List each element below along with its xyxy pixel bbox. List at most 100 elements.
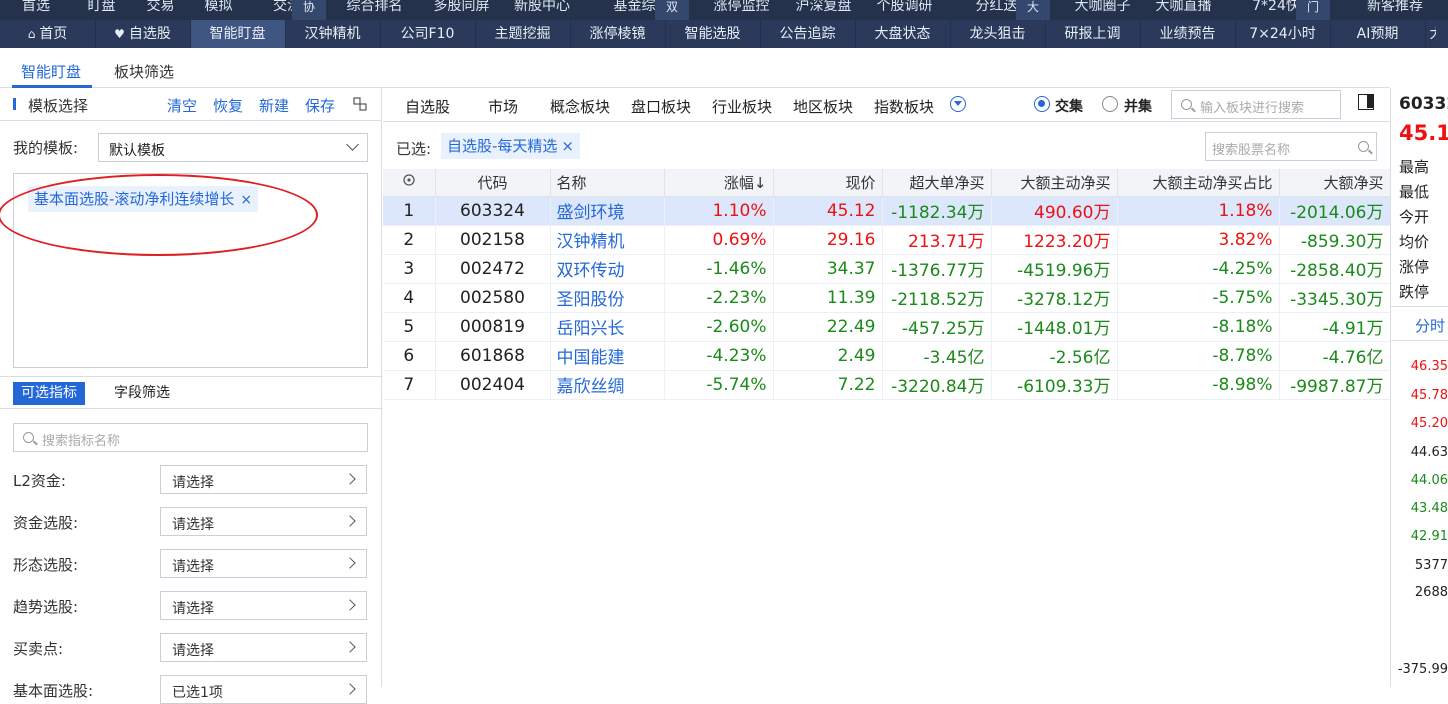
- top-nav-item[interactable]: 新客推荐: [1346, 0, 1444, 20]
- large-net-buy: -2858.40万: [1279, 254, 1391, 284]
- settings-icon[interactable]: [383, 169, 436, 197]
- more-categories-icon[interactable]: [950, 96, 966, 112]
- main-nav-item[interactable]: ⌂ 首页: [0, 20, 95, 48]
- main-nav-item[interactable]: 研报上调: [1045, 20, 1140, 48]
- top-nav-item[interactable]: 交易: [135, 0, 186, 20]
- main-nav-item[interactable]: 智能盯盘: [190, 20, 285, 48]
- category-tab[interactable]: 市场: [488, 96, 518, 117]
- stock-code: 002580: [435, 283, 551, 313]
- table-row[interactable]: 2 002158 汉钟精机 0.69% 29.16 213.71万 1223.20万 3.82…: [383, 225, 1391, 255]
- table-row[interactable]: 4 002580 圣阳股份 -2.23% 11.39 -2118.52万 -3278.12万…: [383, 283, 1391, 313]
- divider: [0, 376, 382, 377]
- top-nav-item[interactable]: 沪深复盘: [787, 0, 860, 20]
- main-nav-item[interactable]: 业绩预告: [1140, 20, 1235, 48]
- main-nav-label: 自选股: [128, 26, 171, 42]
- main-nav-item[interactable]: 公告追踪: [760, 20, 855, 48]
- change-pct: 1.10%: [664, 196, 774, 226]
- top-nav-badge[interactable]: 大: [1016, 0, 1050, 20]
- seg-field-filter[interactable]: 字段筛选: [106, 382, 178, 405]
- top-nav-item[interactable]: 盯盘: [76, 0, 127, 20]
- radio-union[interactable]: [1102, 96, 1118, 112]
- top-nav-item[interactable]: 大咖圈子: [1066, 0, 1139, 20]
- change-pct: 0.69%: [664, 225, 774, 255]
- main-nav-item[interactable]: 主题挖掘: [475, 20, 570, 48]
- category-tab[interactable]: 指数板块: [874, 96, 934, 117]
- top-nav-badge[interactable]: 门: [1296, 0, 1330, 20]
- nav-separator: [855, 20, 856, 48]
- column-header[interactable]: 名称: [550, 169, 665, 197]
- category-tab[interactable]: 盘口板块: [631, 96, 691, 117]
- category-tab[interactable]: 概念板块: [550, 96, 610, 117]
- panel-toggle-icon[interactable]: [1358, 94, 1374, 110]
- column-header[interactable]: 涨幅↓: [664, 169, 774, 197]
- filter-select[interactable]: 请选择: [160, 549, 367, 578]
- tab-timeshare[interactable]: 分时: [1415, 315, 1445, 336]
- new-button[interactable]: 新建: [259, 95, 289, 116]
- large-active-net-buy-ratio: -5.75%: [1117, 283, 1280, 313]
- table-row[interactable]: 5 000819 岳阳兴长 -2.60% 22.49 -457.25万 -1448.01万 -…: [383, 312, 1391, 342]
- main-nav-item[interactable]: ♥ 自选股: [95, 20, 190, 48]
- large-net-buy: -4.91万: [1279, 312, 1391, 342]
- large-active-net-buy: -3278.12万: [991, 283, 1118, 313]
- column-header[interactable]: 超大单净买: [882, 169, 992, 197]
- tab-sector-filter[interactable]: 板块筛选: [114, 61, 174, 82]
- column-header[interactable]: 代码: [435, 169, 551, 197]
- close-icon[interactable]: ×: [561, 137, 574, 155]
- filter-select[interactable]: 已选1项: [160, 675, 367, 704]
- main-nav-item[interactable]: 汉钟精机: [285, 20, 380, 48]
- indicator-search-input[interactable]: 搜索指标名称: [13, 423, 368, 452]
- board-search-input[interactable]: 输入板块进行搜索: [1171, 90, 1341, 119]
- clear-button[interactable]: 清空: [167, 95, 197, 116]
- table-row[interactable]: 7 002404 嘉欣丝绸 -5.74% 7.22 -3220.84万 -6109.33万 -…: [383, 370, 1391, 400]
- top-nav-item[interactable]: 个股调研: [868, 0, 941, 20]
- main-nav-item[interactable]: 智能选股: [665, 20, 760, 48]
- top-nav-item[interactable]: 大咖直播: [1147, 0, 1220, 20]
- radio-union-label: 并集: [1124, 99, 1152, 115]
- filter-select[interactable]: 请选择: [160, 465, 367, 494]
- main-nav-item[interactable]: 公司F10: [380, 20, 475, 48]
- column-header[interactable]: 现价: [773, 169, 883, 197]
- large-active-net-buy: -2.56亿: [991, 341, 1118, 371]
- filter-select[interactable]: 请选择: [160, 633, 367, 662]
- nav-scroll[interactable]: [1436, 20, 1448, 48]
- main-nav-item[interactable]: 涨停棱镜: [570, 20, 665, 48]
- main-nav-item[interactable]: 龙头狙击: [950, 20, 1045, 48]
- top-nav-item[interactable]: 涨停监控: [704, 0, 779, 20]
- column-header[interactable]: 大额净买: [1279, 169, 1391, 197]
- top-nav-item[interactable]: 新股中心: [505, 0, 579, 20]
- column-header[interactable]: 大额主动净买占比: [1117, 169, 1280, 197]
- main-nav-item[interactable]: AI预期: [1330, 20, 1425, 48]
- filter-select[interactable]: 请选择: [160, 591, 367, 620]
- red-ellipse-annotation: [0, 174, 318, 256]
- category-tab[interactable]: 自选股: [405, 96, 450, 117]
- table-row[interactable]: 1 603324 盛剑环境 1.10% 45.12 -1182.34万 490.60万 1.1…: [383, 196, 1391, 226]
- top-nav-item[interactable]: 模拟: [194, 0, 243, 20]
- main-nav-item[interactable]: 7×24小时: [1235, 20, 1330, 48]
- large-active-net-buy: -4519.96万: [991, 254, 1118, 284]
- stock-panel: 自选股 市场 概念板块 盘口板块 行业板块 地区板块 指数板块 交集 并集 输入板块进行搜索…: [383, 88, 1391, 687]
- category-tab[interactable]: 行业板块: [712, 96, 772, 117]
- selected-pool-tag[interactable]: 自选股-每天精选 ×: [441, 133, 580, 159]
- top-nav-badge[interactable]: 协: [292, 0, 326, 20]
- top-nav-item[interactable]: 首选: [4, 0, 68, 20]
- table-row[interactable]: 6 601868 中国能建 -4.23% 2.49 -3.45亿 -2.56亿 -8.78% -…: [383, 341, 1391, 371]
- column-header[interactable]: 大额主动净买: [991, 169, 1118, 197]
- restore-button[interactable]: 恢复: [213, 95, 243, 116]
- filter-name: L2资金:: [13, 472, 66, 490]
- main-nav-item[interactable]: 大盘状态: [855, 20, 950, 48]
- price-level: 44.06: [1410, 473, 1448, 488]
- stock-search-input[interactable]: 搜索股票名称: [1205, 132, 1377, 161]
- template-manage-icon[interactable]: [353, 97, 367, 111]
- filter-select[interactable]: 请选择: [160, 507, 367, 536]
- top-nav-badge[interactable]: 双: [655, 0, 689, 20]
- top-nav-item[interactable]: 多股同屏: [426, 0, 497, 20]
- my-template-select[interactable]: 默认模板: [98, 133, 368, 162]
- seg-available-indicators[interactable]: 可选指标: [13, 382, 85, 405]
- divider: [0, 408, 382, 409]
- table-row[interactable]: 3 002472 双环传动 -1.46% 34.37 -1376.77万 -4519.96万…: [383, 254, 1391, 284]
- save-button[interactable]: 保存: [305, 95, 335, 116]
- top-nav-item[interactable]: 综合排名: [331, 0, 418, 20]
- tab-smart-watch[interactable]: 智能盯盘: [21, 61, 81, 82]
- radio-intersection[interactable]: [1034, 96, 1050, 112]
- category-tab[interactable]: 地区板块: [793, 96, 853, 117]
